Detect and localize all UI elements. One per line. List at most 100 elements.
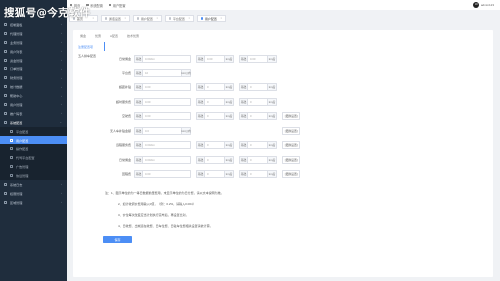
value-input[interactable]: 基础 0.00: [134, 83, 191, 91]
subtab-discount[interactable]: 优惠: [95, 34, 101, 38]
value-input[interactable]: 基础 0.00 km后: [239, 55, 277, 63]
close-icon[interactable]: ×: [124, 17, 126, 20]
input-prefix: 基础: [240, 84, 248, 90]
sidebar-item-permissions[interactable]: 权限管理 ›: [0, 189, 67, 198]
sidebar-item-user-management[interactable]: 用户管理 ›: [0, 100, 67, 109]
change-settings-button[interactable]: [更换设置]: [282, 112, 301, 120]
value-input[interactable]: 基础 0 km后: [196, 98, 234, 106]
sidebar-sub-agreements[interactable]: 协议管理: [0, 171, 67, 181]
sidebar-item-orders[interactable]: 订单管理 ›: [0, 64, 67, 73]
sidebar-item-dashboard[interactable]: 控制面板 ›: [0, 20, 67, 29]
tab-platform-config[interactable]: 平台配置 ×: [165, 15, 194, 22]
platform-icon: [10, 129, 13, 133]
subtab-a-config[interactable]: A配置: [110, 34, 118, 38]
tab-call-settings[interactable]: 通话设置 ×: [101, 15, 130, 22]
sidebar-item-system-config[interactable]: 系统配置 ⌄: [0, 118, 67, 127]
value-input[interactable]: 基础 0 km后: [239, 156, 277, 164]
funds-icon: [4, 58, 7, 62]
input-prefix: 基础: [197, 171, 205, 177]
chevron-right-icon: ›: [61, 49, 62, 54]
tab-user-config-a[interactable]: 用户配置 ×: [133, 15, 162, 22]
chevron-right-icon: ›: [61, 40, 62, 45]
sidebar-sub-driver-platform-config[interactable]: 代驾平台配置: [0, 153, 67, 163]
chevron-right-icon: ›: [61, 111, 62, 116]
sidebar-sub-platform-config[interactable]: 平台配置: [0, 126, 67, 136]
value-input[interactable]: 基础 0 km后: [239, 98, 277, 106]
chevron-right-icon: ›: [61, 58, 62, 62]
sidebar-item-regions[interactable]: 区域管理 ›: [0, 198, 67, 207]
value-input[interactable]: 基础 0 km后: [196, 83, 234, 91]
value-input[interactable]: 基础 0.00: [134, 98, 191, 106]
sidebar-item-agents[interactable]: 代理管理 ›: [0, 29, 67, 38]
input-suffix: km后: [224, 157, 233, 163]
user-menu[interactable]: JO admin123: [473, 2, 494, 8]
chevron-right-icon: ›: [61, 93, 62, 98]
value-input[interactable]: 基础 0.00/km: [134, 55, 191, 63]
sidebar-item-users-list[interactable]: 用户列表 ›: [0, 47, 67, 56]
value-input[interactable]: 基础 0.00/km: [134, 141, 191, 149]
value-input[interactable]: 基础 0 km后: [196, 112, 234, 120]
value-input[interactable]: 基础 0.00/km: [134, 156, 191, 164]
input-suffix: km后: [267, 142, 276, 148]
value-input[interactable]: 基础 0.0 km以内: [134, 127, 191, 135]
sidebar-sub-ads[interactable]: 广告管理: [0, 162, 67, 172]
save-button[interactable]: 保存: [103, 236, 132, 243]
agreement-icon: [10, 174, 13, 178]
value-input[interactable]: 基础 0.00 km后: [196, 55, 234, 63]
tab-user-config-active[interactable]: 用户配置 ×: [197, 15, 226, 22]
value-input[interactable]: 基础 0 km后: [239, 83, 277, 91]
value-input[interactable]: 基础 0 km后: [239, 170, 277, 178]
change-settings-button[interactable]: [更换设置]: [282, 156, 301, 164]
input-suffix: km以内: [181, 70, 191, 76]
close-icon[interactable]: ×: [156, 17, 158, 20]
subtab-tech-discount[interactable]: 技术优惠: [127, 34, 139, 38]
sidebar-sub-operation-config[interactable]: 操作配置: [0, 144, 67, 154]
change-settings-button[interactable]: [更换设置]: [282, 127, 301, 135]
input-prefix: 基础: [135, 56, 143, 62]
change-settings-button[interactable]: [更换设置]: [282, 141, 301, 149]
input-prefix: 基础: [135, 84, 143, 90]
input-value: 0: [207, 142, 209, 147]
subtab-commission[interactable]: 佣金: [80, 34, 86, 38]
username: admin123: [480, 3, 494, 7]
row-label: 超时服务费: [115, 100, 131, 104]
value-input[interactable]: 基础 0.00: [134, 170, 191, 178]
input-suffix: km以内: [181, 128, 191, 134]
value-input[interactable]: 基础 0 km后: [196, 156, 234, 164]
close-icon[interactable]: ×: [220, 17, 222, 20]
chevron-right-icon: ›: [61, 191, 62, 196]
value-input[interactable]: 基础 0 km后: [239, 112, 277, 120]
input-prefix: 基础: [197, 99, 205, 105]
close-icon[interactable]: ×: [92, 17, 94, 20]
value-input[interactable]: 基础 0 km后: [196, 141, 234, 149]
input-prefix: 基础: [240, 113, 248, 119]
leftnav-five-person-carpool[interactable]: 五人拼车配置: [73, 51, 105, 60]
value-input[interactable]: 基础 0.00: [134, 112, 191, 120]
sidebar-item-help[interactable]: 帮助中心 ›: [0, 91, 67, 100]
sidebar-item-promo-codes[interactable]: 推广码表 ›: [0, 109, 67, 118]
sidebar-item-business[interactable]: 业务管理 ›: [0, 38, 67, 47]
input-prefix: 基础: [135, 171, 143, 177]
leftnav-register-config[interactable]: 注册配置项: [73, 42, 105, 51]
input-prefix: 基础: [240, 157, 248, 163]
driver-icon: [10, 156, 13, 160]
input-suffix: km后: [267, 99, 276, 105]
breadcrumb-user-config[interactable]: 用户配置: [108, 3, 126, 8]
sidebar-item-system-logs[interactable]: 系统日志 ›: [0, 180, 67, 189]
config-row: 远程服务费 基础 0.00/km 基础 0 km后 基础 0 km后 [更换设置]: [105, 141, 301, 149]
value-input[interactable]: 基础 10 km以内: [134, 69, 191, 77]
value-input[interactable]: 基础 0 km后: [196, 170, 234, 178]
sidebar-sub-user-config[interactable]: 用户配置: [0, 135, 67, 145]
sidebar-item-stats[interactable]: 统计数据 ›: [0, 82, 67, 91]
chevron-right-icon: ›: [61, 182, 62, 187]
input-prefix: 基础: [197, 56, 205, 62]
input-value: 0: [250, 84, 252, 89]
sidebar-item-funds[interactable]: 资金管理 ›: [0, 56, 67, 65]
input-suffix: km后: [267, 157, 276, 163]
change-settings-button[interactable]: [更换设置]: [282, 170, 301, 178]
value-input[interactable]: 基础 0 km后: [239, 141, 277, 149]
input-suffix: km后: [267, 84, 276, 90]
close-icon[interactable]: ×: [188, 17, 190, 20]
input-prefix: 基础: [197, 157, 205, 163]
sidebar-item-finance[interactable]: 财务管理 ›: [0, 73, 67, 82]
